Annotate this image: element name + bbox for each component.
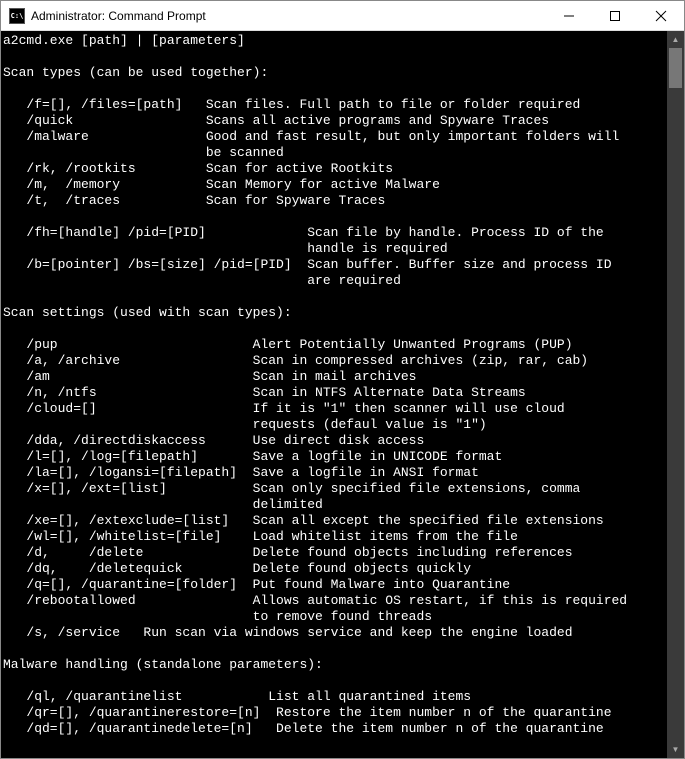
cmd-icon: C:\: [9, 8, 25, 24]
scroll-down-arrow[interactable]: ▼: [667, 741, 684, 758]
minimize-button[interactable]: [546, 1, 592, 30]
maximize-button[interactable]: [592, 1, 638, 30]
console-area: a2cmd.exe [path] | [parameters] Scan typ…: [1, 31, 684, 758]
close-button[interactable]: [638, 1, 684, 30]
scrollbar-thumb[interactable]: [669, 48, 682, 88]
scroll-up-arrow[interactable]: ▲: [667, 31, 684, 48]
window-controls: [546, 1, 684, 30]
window-titlebar[interactable]: C:\ Administrator: Command Prompt: [1, 1, 684, 31]
window-title: Administrator: Command Prompt: [31, 9, 546, 23]
vertical-scrollbar[interactable]: ▲ ▼: [667, 31, 684, 758]
console-output[interactable]: a2cmd.exe [path] | [parameters] Scan typ…: [1, 31, 667, 758]
